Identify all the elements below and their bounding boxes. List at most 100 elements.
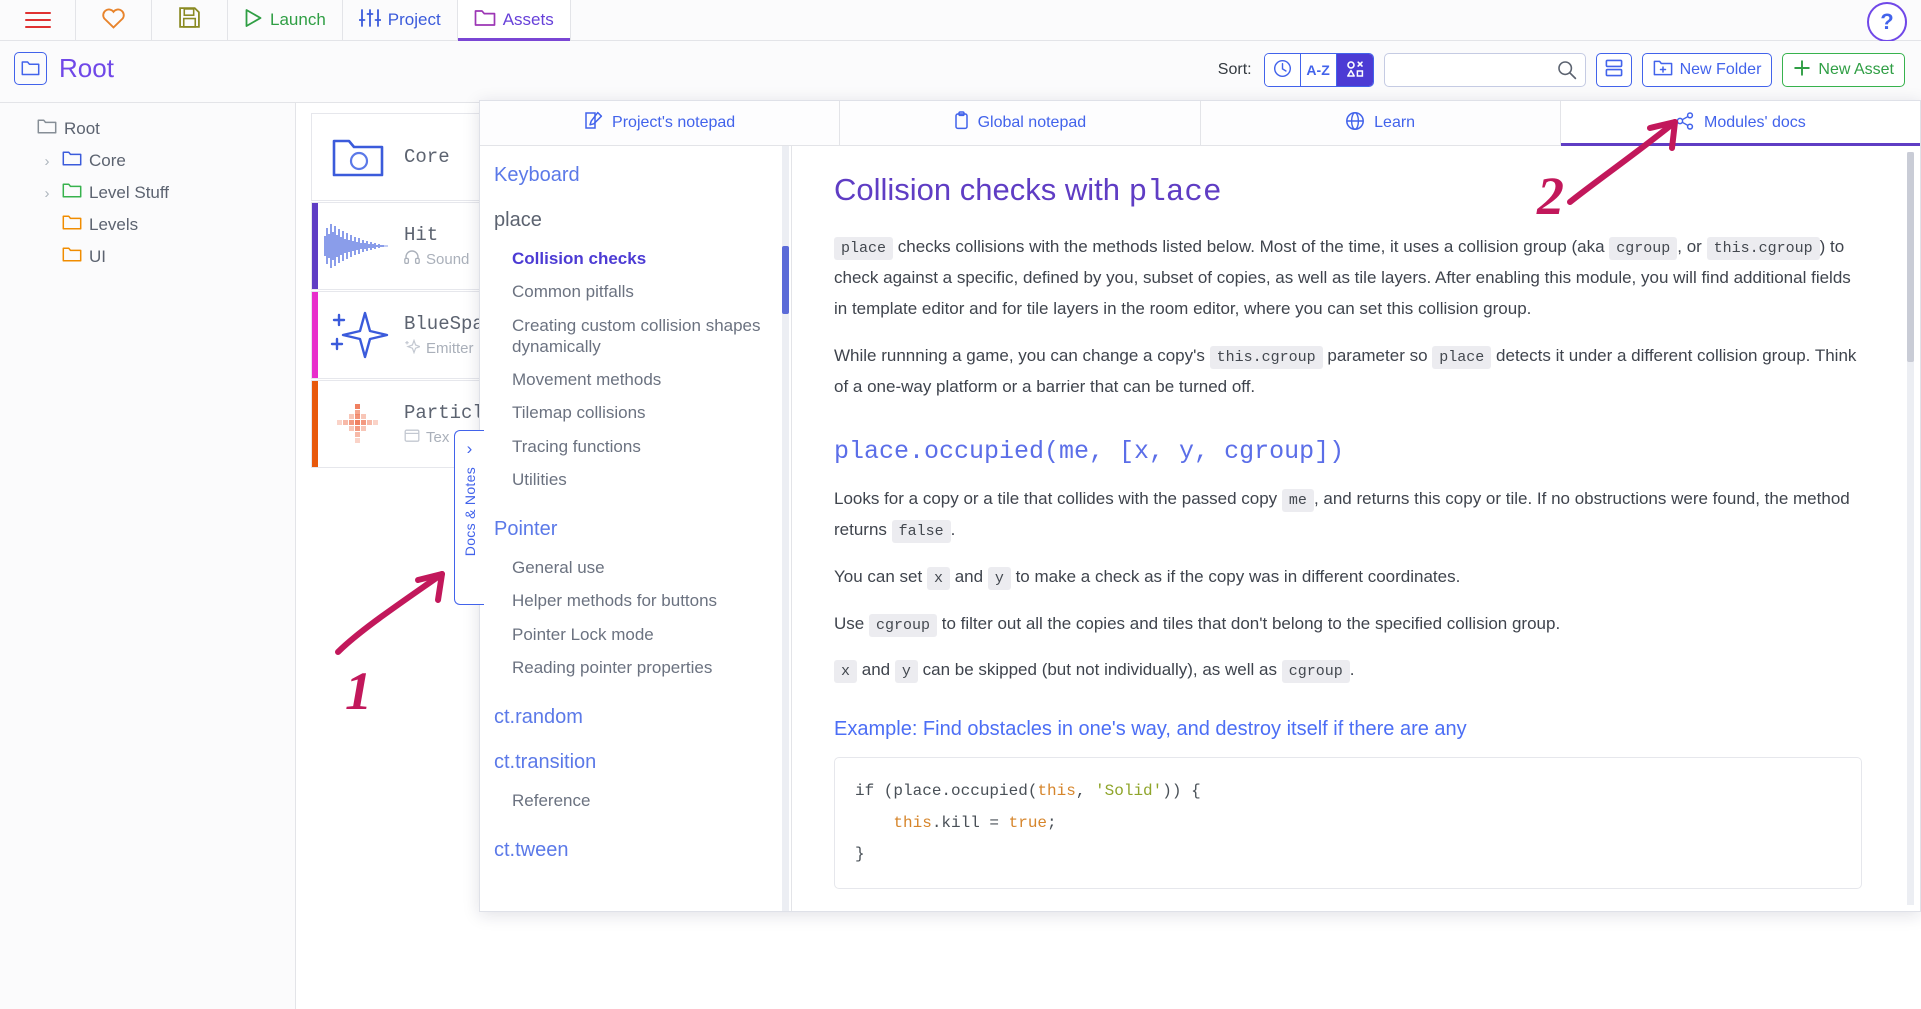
code-text: , (1075, 782, 1096, 801)
project-button[interactable]: Project (343, 0, 458, 40)
article-title-code: place (1128, 175, 1222, 210)
nav-item-tracing-functions[interactable]: Tracing functions (494, 430, 777, 463)
code-example-1: if (place.occupied(this, 'Solid')) { thi… (834, 757, 1862, 889)
paragraph-text: and (954, 566, 984, 586)
nav-item-common-pitfalls[interactable]: Common pitfalls (494, 275, 777, 308)
code-keyword: this (893, 813, 932, 832)
inline-code: this.cgroup (1209, 345, 1323, 369)
asset-subtitle: Sound (426, 250, 470, 268)
article-paragraph-6: x and y can be skipped (but not individu… (834, 655, 1862, 686)
menu-button[interactable] (0, 0, 76, 40)
headphones-icon (404, 250, 420, 268)
nav-item-pointer-lock-mode[interactable]: Pointer Lock mode (494, 618, 777, 651)
code-keyword: this (1037, 782, 1076, 801)
inline-code: this.cgroup (1706, 237, 1820, 260)
inline-code: false (891, 519, 951, 543)
inline-code: cgroup (1609, 237, 1678, 260)
folder-icon (62, 182, 82, 204)
folder-icon (14, 52, 47, 85)
inline-code: cgroup (1281, 660, 1350, 684)
asset-tree-sidebar: Root › Core › Level Stuff Levels UI (0, 103, 296, 1009)
folder-icon (37, 118, 57, 140)
docs-notes-drawer-tab[interactable]: › Docs & Notes (454, 430, 484, 605)
nav-item-movement-methods[interactable]: Movement methods (494, 363, 777, 396)
shapes-icon (1345, 59, 1365, 82)
code-text: ; (1047, 813, 1057, 832)
code-text: .kill = (931, 813, 1009, 832)
nav-group-pointer[interactable]: Pointer (494, 518, 777, 541)
help-label: ? (1880, 9, 1894, 34)
article-paragraph-1: place checks collisions with the methods… (834, 232, 1862, 325)
sort-by-type-button[interactable] (1336, 54, 1373, 86)
tree-item-root[interactable]: Root (0, 113, 295, 145)
tree-item-levels[interactable]: Levels (0, 209, 295, 241)
hamburger-icon (24, 11, 51, 29)
nav-item-reading-pointer-properties[interactable]: Reading pointer properties (494, 651, 777, 684)
nav-scrollbar-thumb[interactable] (782, 246, 789, 314)
tree-item-label: Root (64, 119, 100, 138)
nav-group-keyboard[interactable]: Keyboard (494, 164, 777, 187)
nav-item-utilities[interactable]: Utilities (494, 463, 777, 496)
paragraph-text: . (950, 519, 956, 539)
save-button[interactable] (152, 0, 228, 40)
new-folder-button[interactable]: New Folder (1641, 53, 1773, 87)
nav-item-reference[interactable]: Reference (494, 784, 777, 817)
search-input[interactable] (1384, 54, 1585, 86)
article-paragraph-4: You can set x and y to make a check as i… (834, 562, 1862, 593)
plus-icon (1793, 59, 1811, 82)
article-paragraph-5: Use cgroup to filter out all the copies … (834, 609, 1862, 640)
view-toggle-button[interactable] (1595, 53, 1632, 87)
tree-item-ui[interactable]: UI (0, 241, 295, 273)
search-icon[interactable] (1557, 60, 1577, 85)
article-paragraph-3: Looks for a copy or a tile that collides… (834, 484, 1862, 546)
sort-by-recent-button[interactable] (1264, 54, 1301, 86)
search-field[interactable] (1383, 53, 1586, 87)
breadcrumb[interactable]: Root (14, 52, 114, 85)
article-scrollbar-thumb[interactable] (1907, 152, 1914, 362)
tab-label: Learn (1374, 114, 1416, 131)
tree-item-label: Level Stuff (89, 183, 170, 202)
new-asset-button[interactable]: New Asset (1782, 53, 1905, 87)
chevron-right-icon[interactable]: › (39, 185, 55, 202)
chevron-right-icon[interactable]: › (39, 153, 55, 170)
docs-body: Keyboard place Collision checks Common p… (480, 146, 1920, 911)
nav-item-helper-methods-for-buttons[interactable]: Helper methods for buttons (494, 584, 777, 617)
paragraph-text: checks collisions with the methods liste… (897, 237, 1605, 256)
docs-nav-scroll: Keyboard place Collision checks Common p… (480, 146, 791, 911)
article-paragraph-2: While runnning a game, you can change a … (834, 341, 1862, 403)
pencil-note-icon (584, 111, 603, 135)
nav-group-ct-tween[interactable]: ct.tween (494, 839, 777, 862)
nav-group-place[interactable]: place (494, 209, 777, 232)
nav-item-tilemap-collisions[interactable]: Tilemap collisions (494, 396, 777, 429)
tree-item-core[interactable]: › Core (0, 145, 295, 177)
assets-tab[interactable]: Assets (457, 0, 571, 41)
new-folder-label: New Folder (1679, 61, 1762, 78)
sparkle-star-icon (312, 292, 404, 378)
sliders-icon (358, 8, 382, 33)
asset-type-bar (312, 292, 318, 378)
tab-modules-docs[interactable]: Modules' docs (1560, 101, 1920, 146)
sort-label: Sort: (1217, 61, 1252, 78)
tab-learn[interactable]: Learn (1200, 101, 1561, 145)
paragraph-text: parameter so (1327, 345, 1428, 365)
code-text: )) { (1162, 782, 1201, 801)
nav-item-collision-checks[interactable]: Collision checks (494, 242, 777, 275)
asset-title: Core (404, 146, 450, 168)
texture-icon (404, 428, 420, 447)
docs-nav: Keyboard place Collision checks Common p… (480, 146, 792, 911)
nav-group-ct-random[interactable]: ct.random (494, 706, 777, 729)
waveform-icon (312, 203, 404, 289)
sort-alphabetical-button[interactable]: A-Z (1300, 54, 1337, 86)
tree-item-level-stuff[interactable]: › Level Stuff (0, 177, 295, 209)
favorites-button[interactable] (76, 0, 152, 40)
tree-item-label: Core (89, 151, 126, 170)
article-heading-place-occupied: place.occupied(me, [x, y, cgroup]) (834, 436, 1345, 466)
tab-projects-notepad[interactable]: Project's notepad (480, 101, 841, 145)
nav-item-general-use[interactable]: General use (494, 551, 777, 584)
launch-button[interactable]: Launch (228, 0, 343, 40)
nav-item-creating-custom-collision-shapes[interactable]: Creating custom collision shapes dynamic… (494, 309, 777, 364)
help-button[interactable]: ? (1867, 2, 1907, 42)
nav-group-ct-transition[interactable]: ct.transition (494, 751, 777, 774)
tab-global-notepad[interactable]: Global notepad (840, 101, 1201, 145)
assets-label: Assets (502, 10, 554, 29)
